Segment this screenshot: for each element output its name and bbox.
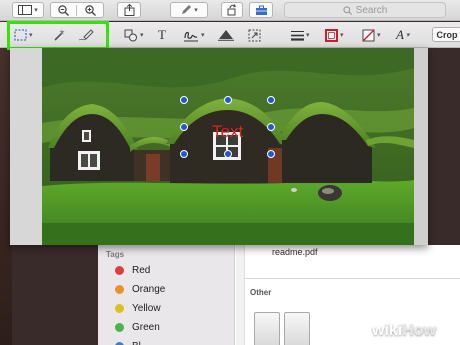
image-canvas[interactable] [42, 48, 414, 245]
finder-divider [245, 278, 460, 279]
text-style-tool[interactable]: A ▾ [396, 26, 409, 44]
document-icon[interactable] [284, 312, 310, 345]
signature-icon [184, 31, 198, 41]
zoom-out-icon [58, 4, 69, 16]
file-item-readme[interactable]: readme.pdf [272, 247, 318, 257]
share-icon [124, 4, 134, 16]
sidebar-icon [18, 5, 33, 15]
tags-section-title: Tags [106, 250, 125, 259]
wikihow-watermark: wikiHow [372, 322, 436, 340]
search-icon [343, 5, 352, 15]
zoom-in-button[interactable] [77, 4, 103, 16]
tag-item-orange[interactable]: Orange [115, 284, 165, 295]
border-color-icon [325, 28, 338, 42]
rotate-button[interactable] [221, 2, 243, 18]
adjust-color-tool[interactable] [218, 26, 234, 44]
window-toolbar: ▾ ▾ Search [0, 0, 460, 21]
zoom-buttons [50, 2, 104, 18]
search-field[interactable]: Search [284, 2, 446, 18]
finder-scrollbar[interactable] [236, 245, 245, 345]
highlight-box [7, 21, 109, 50]
line-style-icon [291, 30, 304, 41]
chevron-down-icon: ▾ [405, 31, 410, 39]
sidebar-toggle-button[interactable]: ▾ [12, 2, 44, 18]
shapes-icon [124, 29, 137, 41]
text-tool-glyph: T [158, 27, 166, 42]
toolbox-button[interactable] [249, 2, 273, 18]
search-placeholder: Search [355, 4, 388, 16]
other-section-title: Other [250, 288, 272, 297]
markup-toolbar-toggle-button[interactable]: ▾ [170, 2, 208, 18]
crop-button[interactable]: Crop [432, 27, 460, 42]
toolbox-icon [255, 5, 267, 15]
pen-icon [182, 5, 192, 14]
finder-sidebar: Tags Red Orange Yellow Green Bl [98, 245, 235, 345]
tag-label: Orange [132, 284, 166, 295]
tag-dot-icon [115, 266, 124, 275]
zoom-out-button[interactable] [51, 4, 77, 16]
watermark-how: How [402, 322, 437, 339]
tag-item-yellow[interactable]: Yellow [115, 303, 161, 314]
fill-color-tool[interactable]: ▾ [362, 26, 381, 44]
chevron-down-icon: ▾ [34, 7, 38, 14]
turf-houses-photo [42, 48, 414, 245]
border-color-tool[interactable]: ▾ [325, 26, 344, 44]
text-tool[interactable]: T [158, 26, 166, 44]
text-annotation[interactable]: Text [212, 122, 243, 142]
document-icon[interactable] [254, 312, 280, 345]
font-icon: A [396, 27, 404, 42]
chevron-down-icon: ▾ [140, 32, 144, 39]
chevron-down-icon: ▾ [201, 32, 205, 39]
rotate-icon [227, 4, 237, 16]
fill-color-icon [362, 29, 375, 41]
tag-item-red[interactable]: Red [115, 265, 150, 276]
shapes-tool[interactable]: ▾ [124, 26, 144, 44]
signature-tool[interactable]: ▾ [183, 26, 205, 44]
tag-label: Yellow [132, 303, 161, 314]
chevron-down-icon: ▾ [340, 32, 344, 39]
chevron-down-icon: ▾ [306, 32, 310, 39]
zoom-in-icon [84, 4, 96, 16]
adjust-color-icon [218, 30, 234, 41]
adjust-size-icon [248, 29, 261, 41]
tag-dot-icon [115, 285, 124, 294]
tag-label: Red [132, 265, 151, 276]
share-button[interactable] [117, 2, 141, 18]
chevron-down-icon: ▾ [377, 32, 381, 39]
tag-label: Green [132, 322, 160, 333]
adjust-size-tool[interactable] [248, 26, 261, 44]
watermark-wiki: wiki [372, 322, 403, 339]
tag-dot-icon [115, 323, 124, 332]
line-style-tool[interactable]: ▾ [291, 26, 310, 44]
tag-dot-icon [115, 304, 124, 313]
tag-item-blue[interactable]: Bl [115, 341, 141, 345]
chevron-down-icon: ▾ [194, 7, 198, 14]
preview-scrollbar[interactable] [414, 48, 428, 245]
tag-label: Bl [132, 341, 141, 345]
tag-item-green[interactable]: Green [115, 322, 160, 333]
